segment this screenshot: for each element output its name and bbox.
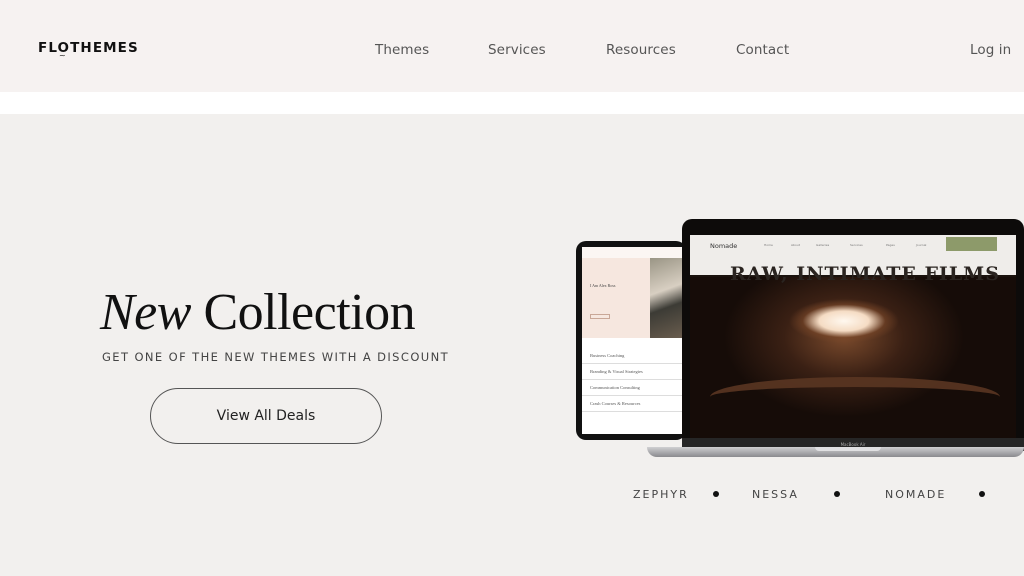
- laptop-nav-item: Galleries: [816, 243, 830, 247]
- collection-nessa[interactable]: NESSA: [752, 488, 799, 501]
- collection-zephyr[interactable]: ZEPHYR: [633, 488, 689, 501]
- photo-arms-shape: [710, 377, 1000, 417]
- nav-resources[interactable]: Resources: [606, 42, 676, 58]
- laptop-screen: Nomade Home About Galleries Services Pag…: [690, 235, 1016, 438]
- laptop-nav-item: About: [791, 243, 800, 247]
- hero-subtitle: GET ONE OF THE NEW THEMES WITH A DISCOUN…: [102, 350, 450, 364]
- laptop-nav-item: Home: [764, 243, 773, 247]
- login-link[interactable]: Log in: [970, 42, 1011, 58]
- tablet-hero: I Am Alex Ross: [582, 258, 686, 338]
- tablet-list-item: Business Coaching: [582, 348, 686, 364]
- hero-title: New Collection: [100, 283, 416, 342]
- laptop-site-logo: Nomade: [710, 242, 738, 250]
- site-header: FLOTHEMES ~ Themes Services Resources Co…: [0, 0, 1024, 92]
- tablet-hero-photo: [650, 258, 686, 338]
- logo-tilde-icon: ~: [59, 51, 67, 60]
- hero-title-italic: New: [100, 284, 191, 341]
- nav-contact[interactable]: Contact: [736, 42, 789, 58]
- header-divider-band: [0, 92, 1024, 114]
- bullet-dot-icon: [834, 491, 840, 497]
- flothemes-logo[interactable]: FLOTHEMES ~: [38, 40, 139, 60]
- laptop-nav-item: Services: [850, 243, 863, 247]
- tablet-list-item: Crash Courses & Resources: [582, 396, 686, 412]
- nav-themes[interactable]: Themes: [375, 42, 429, 58]
- tablet-mockup: I Am Alex Ross Business Coaching Brandin…: [576, 241, 686, 440]
- nav-services[interactable]: Services: [488, 42, 546, 58]
- laptop-nav-item: Pages: [886, 243, 895, 247]
- tablet-list-item: Branding & Visual Strategies: [582, 364, 686, 380]
- tablet-screen: I Am Alex Ross Business Coaching Brandin…: [582, 247, 686, 434]
- collection-nomade[interactable]: NOMADE: [885, 488, 946, 501]
- bullet-dot-icon: [713, 491, 719, 497]
- laptop-contact-button: [946, 237, 997, 251]
- view-all-deals-button[interactable]: View All Deals: [150, 388, 382, 444]
- tablet-hero-text: I Am Alex Ross: [590, 283, 616, 288]
- laptop-hero-photo: [690, 277, 1016, 438]
- bullet-dot-icon: [979, 491, 985, 497]
- laptop-notch: [815, 447, 881, 451]
- hero-title-rest: Collection: [190, 284, 416, 341]
- tablet-nav: [582, 247, 686, 258]
- laptop-headline: RAW, INTIMATE FILMS: [730, 263, 1000, 285]
- laptop-nav-item: Journal: [916, 243, 927, 247]
- logo-text: FLOTHEMES: [38, 40, 139, 56]
- tablet-list-item: Communication Consulting: [582, 380, 686, 396]
- tablet-hero-button: [590, 314, 610, 319]
- laptop-mockup: Nomade Home About Galleries Services Pag…: [682, 219, 1024, 451]
